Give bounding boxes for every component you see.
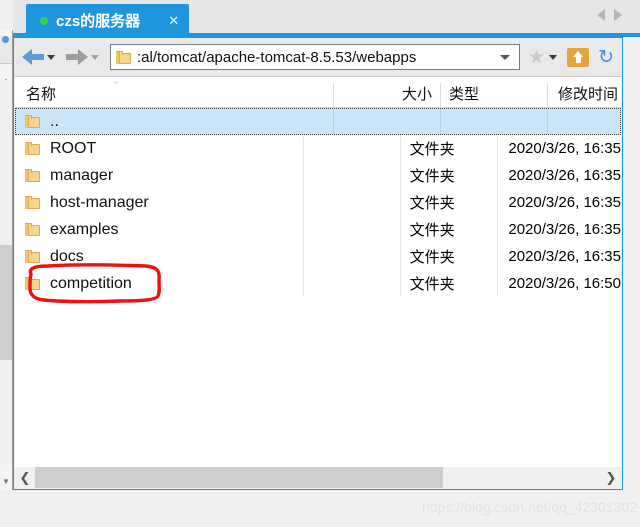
cell-type: 文件夹 (401, 162, 499, 189)
column-header-size[interactable]: 大小 (333, 83, 440, 107)
cell-size (304, 243, 401, 270)
table-row[interactable]: docs 文件夹 2020/3/26, 16:35 (15, 243, 621, 270)
cell-name: host-manager (15, 189, 304, 216)
cell-type: 文件夹 (401, 243, 499, 270)
refresh-icon[interactable]: ↻ (598, 48, 614, 67)
cell-size (304, 270, 401, 297)
scroll-left-icon[interactable]: ❮ (15, 470, 35, 486)
horizontal-scrollbar[interactable]: ❮ ❯ (15, 467, 621, 488)
table-row[interactable]: ROOT 文件夹 2020/3/26, 16:35 (15, 135, 621, 162)
cell-size (304, 135, 401, 162)
triangle-right-icon[interactable] (614, 9, 622, 21)
column-header-type[interactable]: 类型 (440, 83, 547, 107)
background-vertical-scrollbar[interactable] (0, 80, 12, 464)
folder-icon (116, 50, 131, 64)
cell-size (304, 216, 401, 243)
tab-strip: czs的服务器 ✕ (13, 0, 640, 37)
address-path-text[interactable]: :al/tomcat/apache-tomcat-8.5.53/webapps (137, 49, 495, 66)
cell-name: examples (15, 216, 304, 243)
navigation-toolbar: :al/tomcat/apache-tomcat-8.5.53/webapps … (14, 38, 622, 76)
cell-name: ROOT (15, 135, 304, 162)
cell-type: 文件夹 (401, 216, 499, 243)
folder-icon (25, 169, 40, 182)
sort-indicator-icon: ⌄ (111, 76, 120, 87)
cell-modified: 2020/3/26, 16:35 (508, 167, 621, 184)
background-scrollbar-thumb[interactable] (0, 245, 12, 360)
tab-scroll-buttons (597, 9, 622, 21)
table-row[interactable]: host-manager 文件夹 2020/3/26, 16:35 (15, 189, 621, 216)
tab-label: czs的服务器 (56, 13, 141, 30)
cell-modified: 2020/3/26, 16:35 (508, 140, 621, 157)
connection-status-dot-icon (40, 16, 48, 25)
table-row[interactable]: manager 文件夹 2020/3/26, 16:35 (15, 162, 621, 189)
file-list: 名称 大小 类型 修改时间 ⌄ .. ROOT 文件夹 2020/3/26, 16:3… (15, 76, 621, 467)
forward-history-dropdown-icon[interactable] (91, 54, 99, 60)
triangle-left-icon[interactable] (597, 9, 605, 21)
file-name-label: ROOT (50, 139, 97, 157)
file-list-body: .. ROOT 文件夹 2020/3/26, 16:35 manager 文件夹 2020/… (15, 108, 621, 297)
folder-icon (25, 250, 40, 263)
table-row[interactable]: examples 文件夹 2020/3/26, 16:35 (15, 216, 621, 243)
star-icon[interactable]: ★ (528, 48, 545, 67)
cell-modified (548, 109, 620, 134)
arrow-right-icon (66, 49, 88, 65)
back-button[interactable] (18, 49, 46, 65)
cell-type (441, 109, 548, 134)
folder-icon (25, 196, 40, 209)
column-header-modified[interactable]: 修改时间 (547, 83, 621, 107)
cell-size (334, 109, 441, 134)
chevron-down-icon[interactable] (500, 54, 511, 60)
background-window-sliver: ▲ ▼ (0, 30, 13, 490)
cell-name: competition (15, 270, 304, 297)
cell-size (304, 189, 401, 216)
background-window-toolbar (0, 36, 12, 64)
file-name-label: competition (50, 274, 132, 292)
scrollbar-thumb[interactable] (35, 467, 443, 488)
file-name-label: docs (50, 247, 84, 265)
folder-icon (25, 277, 40, 290)
cell-modified: 2020/3/26, 16:35 (508, 248, 621, 265)
cell-name: .. (16, 109, 334, 134)
close-icon[interactable]: ✕ (168, 14, 179, 27)
bookmark-dropdown-icon[interactable] (549, 54, 558, 60)
table-row[interactable]: competition 文件夹 2020/3/26, 16:50 (15, 270, 621, 297)
cell-modified: 2020/3/26, 16:35 (508, 221, 621, 238)
cell-type: 文件夹 (401, 270, 499, 297)
file-name-label: host-manager (50, 193, 149, 211)
file-list-header: 名称 大小 类型 修改时间 ⌄ (15, 77, 621, 108)
arrow-left-icon (22, 49, 44, 65)
folder-icon (25, 223, 40, 236)
cell-modified: 2020/3/26, 16:35 (508, 194, 621, 211)
file-name-label: examples (50, 220, 119, 238)
folder-icon (25, 115, 40, 128)
cell-type: 文件夹 (401, 135, 499, 162)
cell-name: docs (15, 243, 304, 270)
cell-size (304, 162, 401, 189)
address-bar[interactable]: :al/tomcat/apache-tomcat-8.5.53/webapps (110, 44, 521, 70)
background-scroll-down-icon: ▼ (2, 477, 10, 486)
table-row[interactable]: .. (15, 108, 621, 135)
up-folder-icon[interactable] (567, 47, 590, 67)
file-name-label: manager (50, 166, 114, 184)
forward-button[interactable] (62, 49, 90, 65)
file-browser-window: :al/tomcat/apache-tomcat-8.5.53/webapps … (13, 37, 623, 490)
folder-icon (25, 142, 40, 155)
cell-name: manager (15, 162, 304, 189)
scroll-right-icon[interactable]: ❯ (601, 470, 621, 486)
back-history-dropdown-icon[interactable] (47, 54, 55, 60)
cell-modified: 2020/3/26, 16:50 (508, 275, 621, 292)
background-back-arrow-icon (2, 36, 9, 43)
column-header-name[interactable]: 名称 (15, 83, 333, 107)
cell-type: 文件夹 (401, 189, 499, 216)
file-name-label: .. (50, 112, 59, 130)
watermark-text: https://blog.csdn.net/qq_42301302 (422, 499, 637, 515)
